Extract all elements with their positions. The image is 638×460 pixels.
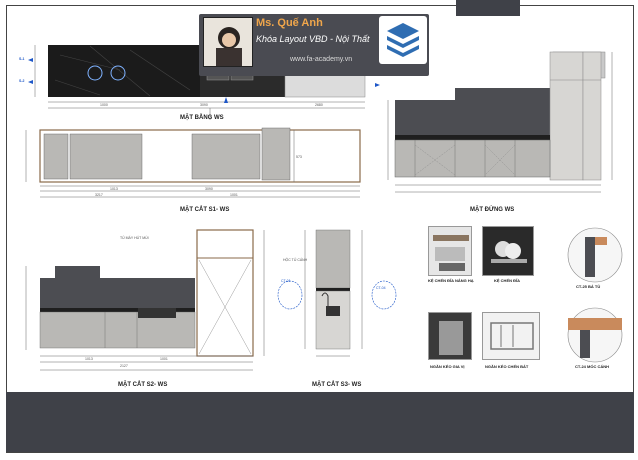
tall-cabinet [549, 51, 584, 181]
author-photo [203, 17, 253, 67]
section-s2-title: MẶT CẮT S2- WS [118, 382, 168, 388]
s2-dim-1: 2127 [120, 364, 128, 368]
section-s3-title: MẶT CẮT S3- WS [312, 382, 362, 388]
s2-note: TỦ MÁY HÚT MÙI [120, 236, 149, 240]
elevation-countertop [395, 135, 550, 140]
ct04-marker: CT-04 [376, 286, 386, 290]
detail-circles [567, 227, 623, 363]
catalog-caption-5: NGĂN KÉO CHÉN BÁT [485, 364, 529, 369]
plan-dim-2: 3090 [200, 103, 208, 107]
catalog-photo-bowl-drawer [482, 312, 540, 360]
plan-dim-1: 1000 [100, 103, 108, 107]
s1-dim-1: 3217 [95, 193, 103, 197]
section-s1-view [25, 127, 361, 198]
section-s3-view [277, 229, 397, 357]
s2-dim-2: 1013 [85, 357, 93, 361]
section-s1-title: MẶT CẮT S1- WS [180, 207, 230, 213]
catalog-caption-6: CT-24 MÓC CÁNH [575, 364, 610, 369]
plan-countertop [48, 45, 200, 97]
s1-dim-5: 573 [296, 155, 302, 159]
s1-dim-4: 1001 [230, 193, 238, 197]
author-name: Ms. Quế Anh [256, 17, 323, 29]
s2-dim-3: 1001 [160, 357, 168, 361]
lower-cabinets [394, 139, 551, 178]
s2-upper-cabinets [40, 278, 195, 308]
catalog-photo-spice-drawer [428, 312, 472, 360]
elevation-title: MẶT ĐỨNG WS [470, 207, 515, 213]
upper-cabinets-right [455, 88, 550, 135]
footer-bar [6, 392, 634, 452]
catalog-photo-dish-lift [428, 226, 472, 276]
s3-note: HỘC TỦ CÁNH [283, 258, 308, 262]
catalog-caption-4: NGĂN KÉO GIA VỊ [430, 364, 465, 369]
plan-dim-3: 2680 [315, 103, 323, 107]
academy-logo [379, 16, 427, 64]
cut-marker-s1: S-1 [19, 57, 25, 61]
catalog-photo-dish-rack [482, 226, 534, 276]
catalog-caption-1: KỆ CHÉN ĐĨA NÂNG HẠ [428, 278, 474, 283]
website-url[interactable]: www.fa-academy.vn [290, 56, 352, 63]
s2-tall-unit [196, 229, 254, 357]
course-name: Khóa Layout VBD - Nội Thất [256, 34, 370, 44]
s1-dim-3: 1013 [110, 187, 118, 191]
ct01-marker: CT-01 [281, 279, 291, 283]
section-s2-view [25, 229, 265, 371]
s1-dim-2: 3090 [205, 187, 213, 191]
cut-marker-s2: S-2 [19, 79, 25, 83]
plan-title: MẶT BẰNG WS [180, 115, 224, 121]
catalog-caption-3: CT-25 BÁ TỦ [576, 284, 601, 289]
catalog-caption-2: KỆ CHÉN ĐĨA [494, 278, 521, 283]
